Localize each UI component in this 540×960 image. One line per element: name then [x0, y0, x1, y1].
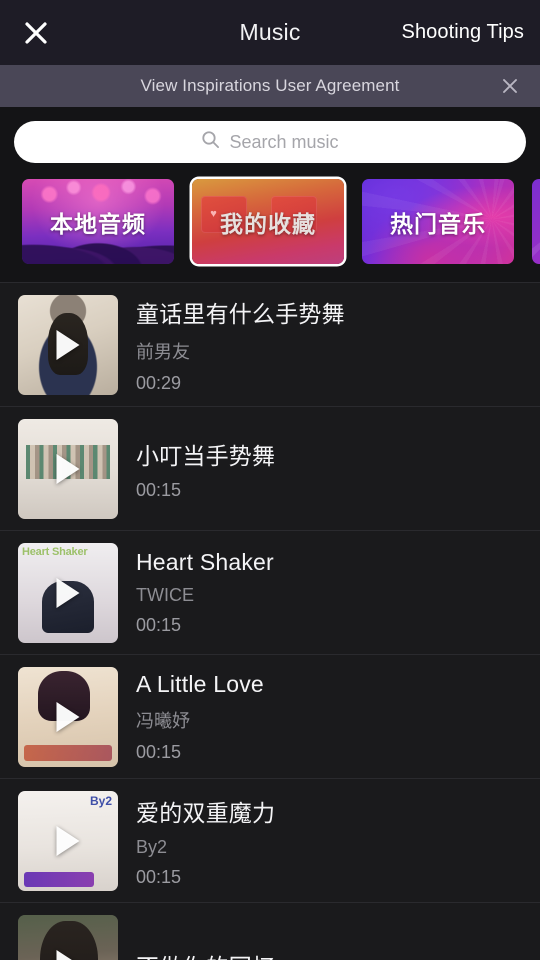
song-duration: 00:15	[136, 615, 182, 635]
song-duration: 00:15	[136, 866, 182, 887]
song-meta: Heart Shaker TWICE 00:15	[136, 549, 526, 636]
heart-icon: ♥	[210, 207, 217, 220]
category-tile-hot-music[interactable]: 热门音乐	[362, 179, 514, 264]
play-icon[interactable]	[56, 701, 80, 732]
search-input[interactable]: Search music	[14, 121, 526, 163]
shooting-tips-button[interactable]: Shooting Tips	[402, 0, 525, 65]
category-tile-strip[interactable]: 本地音频 ♥ ♥ 我的收藏 热门音乐	[0, 175, 540, 282]
category-label: 热门音乐	[390, 210, 486, 237]
song-title: Heart Shaker	[136, 549, 274, 575]
user-agreement-link[interactable]: View Inspirations User Agreement	[141, 76, 400, 96]
play-icon[interactable]	[56, 949, 80, 960]
song-meta: A Little Love 冯曦妤 00:15	[136, 671, 526, 763]
play-icon[interactable]	[56, 577, 80, 608]
list-item[interactable]: 童话里有什么手势舞 前男友 00:29	[0, 282, 540, 406]
category-tile-local-audio[interactable]: 本地音频	[22, 179, 174, 264]
play-icon[interactable]	[56, 825, 80, 856]
play-icon[interactable]	[56, 453, 80, 484]
search-section: Search music	[0, 107, 540, 175]
song-artist: 冯曦妤	[136, 710, 190, 731]
user-agreement-banner: View Inspirations User Agreement	[0, 65, 540, 107]
song-title: 童话里有什么手势舞	[136, 301, 345, 327]
song-artist: By2	[136, 836, 168, 857]
song-artist: TWICE	[136, 585, 194, 605]
song-meta: 小叮当手势舞 00:15	[136, 437, 526, 501]
song-thumbnail[interactable]	[18, 294, 118, 395]
search-icon	[201, 130, 220, 154]
play-icon[interactable]	[56, 329, 80, 360]
song-thumbnail[interactable]	[18, 914, 118, 960]
category-label: 我的收藏	[220, 210, 316, 237]
song-meta: 不做你的回忆	[136, 948, 526, 960]
search-placeholder: Search music	[229, 131, 339, 152]
song-duration: 00:29	[136, 373, 182, 393]
song-thumbnail[interactable]	[18, 542, 118, 643]
music-picker-screen: Music Shooting Tips View Inspirations Us…	[0, 0, 540, 960]
song-duration: 00:15	[136, 479, 182, 500]
category-tile-partial[interactable]	[532, 179, 540, 264]
song-meta: 童话里有什么手势舞 前男友 00:29	[136, 295, 526, 394]
list-item[interactable]: 爱的双重魔力 By2 00:15	[0, 778, 540, 902]
song-thumbnail[interactable]	[18, 790, 118, 891]
song-thumbnail[interactable]	[18, 418, 118, 519]
song-duration: 00:15	[136, 741, 182, 762]
song-artist: 前男友	[136, 342, 190, 362]
list-item[interactable]: Heart Shaker TWICE 00:15	[0, 530, 540, 654]
category-label: 本地音频	[50, 210, 146, 237]
song-title: A Little Love	[136, 670, 264, 697]
song-list[interactable]: 童话里有什么手势舞 前男友 00:29 小叮当手势舞 00:15 Heart S…	[0, 282, 540, 960]
song-title: 爱的双重魔力	[136, 799, 276, 826]
top-header: Music Shooting Tips	[0, 0, 540, 65]
song-meta: 爱的双重魔力 By2 00:15	[136, 794, 526, 888]
category-tile-my-favorites[interactable]: ♥ ♥ 我的收藏	[192, 179, 344, 264]
list-item[interactable]: 小叮当手势舞 00:15	[0, 406, 540, 530]
list-item[interactable]: 不做你的回忆	[0, 902, 540, 960]
category-art-rays	[532, 179, 540, 264]
song-thumbnail[interactable]	[18, 666, 118, 767]
song-title: 不做你的回忆	[136, 948, 526, 960]
song-title: 小叮当手势舞	[136, 442, 276, 469]
list-item[interactable]: A Little Love 冯曦妤 00:15	[0, 654, 540, 778]
banner-close-icon[interactable]	[488, 65, 532, 107]
